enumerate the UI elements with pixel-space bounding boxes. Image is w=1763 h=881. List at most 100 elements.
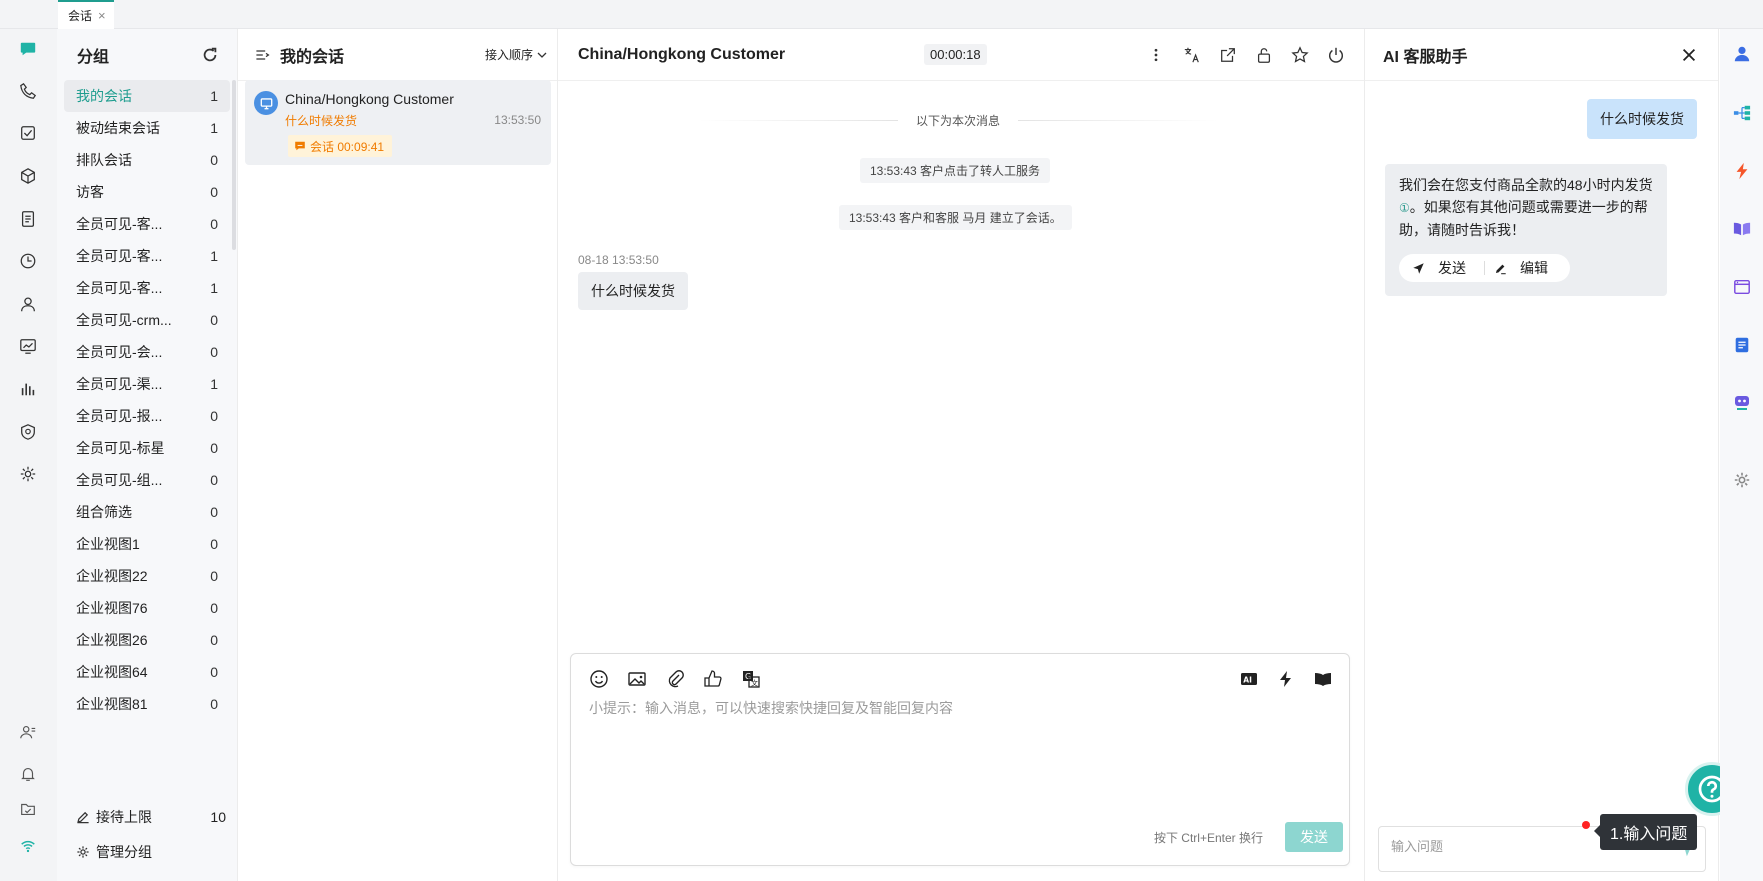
svg-text:文: 文 — [751, 679, 758, 688]
group-item-count: 0 — [210, 312, 218, 328]
group-item[interactable]: 全员可见-组... 0 — [64, 464, 230, 496]
group-item[interactable]: 组合筛选 0 — [64, 496, 230, 528]
task-check-icon[interactable] — [16, 121, 40, 145]
conversation-item[interactable]: China/Hongkong Customer 什么时候发货 13:53:50 … — [245, 80, 551, 165]
group-item[interactable]: 全员可见-标星 0 — [64, 432, 230, 464]
ai-edit-button[interactable]: 编辑 — [1485, 257, 1566, 279]
conversation-time: 13:53:50 — [494, 113, 541, 127]
flow-tree-icon[interactable] — [1731, 102, 1753, 124]
group-item-count: 1 — [210, 280, 218, 296]
group-item[interactable]: 企业视图64 0 — [64, 656, 230, 688]
gear-icon — [77, 846, 89, 858]
ai-panel-title: AI 客服助手 — [1383, 48, 1468, 66]
group-item[interactable]: 企业视图81 0 — [64, 688, 230, 720]
left-nav-rail — [0, 29, 57, 881]
robot-icon[interactable] — [1731, 391, 1753, 413]
cube-icon[interactable] — [16, 164, 40, 188]
monitor-chart-icon[interactable] — [16, 334, 40, 358]
transfer-share-icon[interactable] — [1218, 45, 1238, 65]
ai-assistant-icon[interactable]: AI — [1237, 667, 1261, 691]
browser-window-icon[interactable] — [1731, 276, 1753, 298]
group-item[interactable]: 全员可见-客... 1 — [64, 272, 230, 304]
quick-reply-lightning-icon[interactable] — [1274, 667, 1298, 691]
system-message: 13:53:43 客户和客服 马月 建立了会话。 — [839, 205, 1072, 230]
chat-window: China/Hongkong Customer 00:00:18 以下为本次消息… — [558, 29, 1364, 881]
group-item-count: 0 — [210, 600, 218, 616]
settings-gear-icon[interactable] — [16, 462, 40, 486]
ai-answer-bubble: 我们会在您支付商品全款的48小时内发货 ①。如果您有其他问题或需要进一步的帮助，… — [1385, 164, 1667, 296]
sort-order-dropdown[interactable]: 接入顺序 — [485, 46, 547, 63]
group-list-scrollbar[interactable] — [232, 80, 236, 250]
attachment-icon[interactable] — [663, 667, 687, 691]
group-item[interactable]: 全员可见-客... 0 — [64, 208, 230, 240]
group-item[interactable]: 访客 0 — [64, 176, 230, 208]
customer-icon[interactable] — [16, 292, 40, 316]
chat-icon[interactable] — [16, 37, 40, 61]
knowledge-base-icon[interactable] — [1731, 218, 1753, 240]
group-item-count: 0 — [210, 184, 218, 200]
send-button[interactable]: 发送 — [1285, 822, 1343, 852]
reception-limit[interactable]: 接待上限 10 — [76, 807, 226, 827]
bar-chart-icon[interactable] — [16, 377, 40, 401]
group-item[interactable]: 企业视图26 0 — [64, 624, 230, 656]
group-item[interactable]: 我的会话 1 — [64, 80, 230, 112]
group-item[interactable]: 全员可见-crm... 0 — [64, 304, 230, 336]
group-item-count: 0 — [210, 504, 218, 520]
translate-icon[interactable] — [1182, 45, 1202, 65]
thumbs-up-icon[interactable] — [701, 667, 725, 691]
group-item-label: 企业视图76 — [76, 600, 148, 616]
group-item-label: 全员可见-客... — [76, 248, 163, 264]
message-input[interactable] — [589, 698, 1329, 798]
collapse-menu-icon[interactable] — [254, 47, 270, 63]
shield-search-icon[interactable] — [16, 420, 40, 444]
star-icon[interactable] — [1290, 45, 1310, 65]
ai-send-button[interactable]: 发送 — [1403, 257, 1484, 279]
group-item-label: 全员可见-客... — [76, 280, 163, 296]
phone-icon[interactable] — [16, 79, 40, 103]
end-session-power-icon[interactable] — [1326, 45, 1346, 65]
refresh-icon[interactable] — [201, 46, 219, 64]
group-item[interactable]: 全员可见-渠... 1 — [64, 368, 230, 400]
emoji-icon[interactable] — [587, 667, 611, 691]
quick-reply-bolt-icon[interactable] — [1731, 160, 1753, 182]
ai-assistant-panel: AI 客服助手 什么时候发货 我们会在您支付商品全款的48小时内发货 ①。如果您… — [1364, 29, 1719, 881]
group-item[interactable]: 全员可见-客... 1 — [64, 240, 230, 272]
close-icon[interactable] — [1680, 46, 1698, 64]
more-vertical-icon[interactable] — [1146, 45, 1166, 65]
group-item-label: 企业视图81 — [76, 696, 148, 712]
group-item[interactable]: 全员可见-报... 0 — [64, 400, 230, 432]
group-list: 我的会话 1 被动结束会话 1 排队会话 0 访客 0 全员可见-客... 0 全员可见-客... 1… — [64, 80, 230, 720]
conversation-last-message: 什么时候发货 — [285, 114, 358, 128]
ai-answer-reference[interactable]: ① — [1399, 201, 1410, 215]
group-item[interactable]: 企业视图1 0 — [64, 528, 230, 560]
history-clock-icon[interactable] — [16, 249, 40, 273]
ai-answer-text: 我们会在您支付商品全款的48小时内发货 — [1399, 177, 1653, 193]
image-icon[interactable] — [625, 667, 649, 691]
order-document-icon[interactable] — [1731, 334, 1753, 356]
manage-groups-button[interactable]: 管理分组 — [76, 842, 226, 862]
bell-icon[interactable] — [16, 762, 40, 786]
customer-profile-icon[interactable] — [1731, 43, 1753, 65]
group-item-count: 0 — [210, 152, 218, 168]
settings-gear-icon[interactable] — [1731, 469, 1753, 491]
translate-toggle-icon[interactable]: G文 — [739, 667, 763, 691]
group-item[interactable]: 排队会话 0 — [64, 144, 230, 176]
unlock-icon[interactable] — [1254, 45, 1274, 65]
group-item-count: 1 — [210, 248, 218, 264]
manage-groups-label: 管理分组 — [96, 844, 152, 860]
inbox-folder-icon[interactable] — [16, 797, 40, 821]
group-item[interactable]: 被动结束会话 1 — [64, 112, 230, 144]
group-item[interactable]: 全员可见-会... 0 — [64, 336, 230, 368]
ai-edit-label: 编辑 — [1520, 260, 1548, 276]
edit-icon — [1495, 264, 1506, 274]
tab-close-icon[interactable]: × — [98, 8, 106, 23]
group-item[interactable]: 企业视图76 0 — [64, 592, 230, 624]
knowledge-book-icon[interactable] — [1311, 667, 1335, 691]
agent-status-icon[interactable] — [16, 720, 40, 744]
tab-conversation[interactable]: 会话 × — [58, 0, 114, 29]
group-panel-header: 分组 — [57, 29, 237, 81]
conversation-list-title: 我的会话 — [280, 48, 345, 66]
group-item-count: 1 — [210, 88, 218, 104]
document-icon[interactable] — [16, 207, 40, 231]
group-item[interactable]: 企业视图22 0 — [64, 560, 230, 592]
